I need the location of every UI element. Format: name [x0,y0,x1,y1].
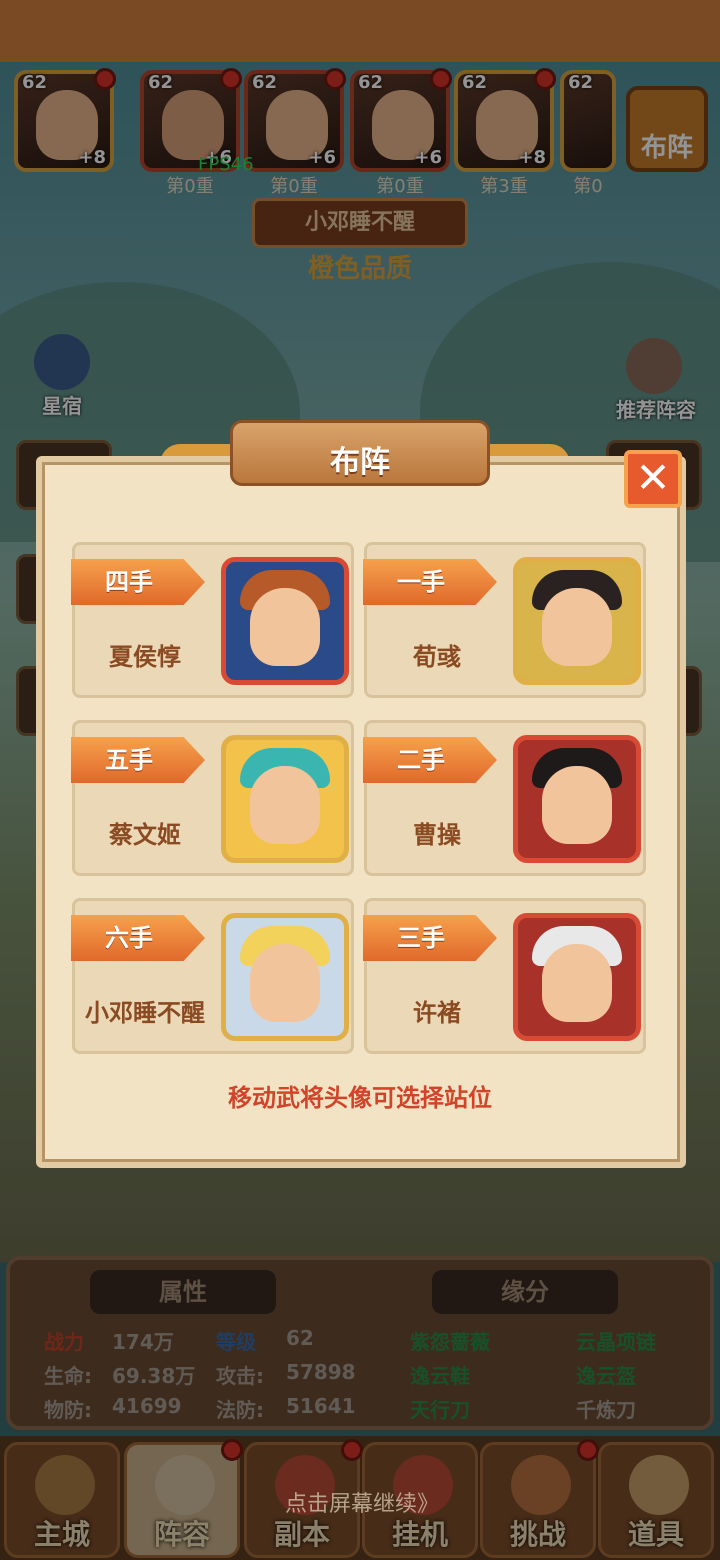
modal-title-plaque: 布阵 [230,420,490,486]
hero-portrait[interactable] [513,735,641,863]
hero-name: 夏侯惇 [109,643,181,671]
position-tag: 三手 [363,915,497,961]
formation-slot-6[interactable]: 六手 小邓睡不醒 [71,898,354,1054]
hero-name: 小邓睡不醒 [85,999,205,1027]
hero-portrait[interactable] [221,557,349,685]
hero-portrait[interactable] [513,557,641,685]
formation-slot-1[interactable]: 一手 荀彧 [363,542,646,698]
position-tag: 一手 [363,559,497,605]
tap-to-continue-hint: 点击屏幕继续》 [284,1492,439,1517]
position-tag: 四手 [71,559,205,605]
position-tag: 五手 [71,737,205,783]
formation-slot-5[interactable]: 五手 蔡文姬 [71,720,354,876]
formation-slot-4[interactable]: 四手 夏侯惇 [71,542,354,698]
position-tag: 二手 [363,737,497,783]
hero-name: 荀彧 [413,643,461,671]
hero-name: 许褚 [413,999,461,1027]
hero-name: 曹操 [413,821,461,849]
hero-portrait[interactable] [221,913,349,1041]
modal-hint: 移动武将头像可选择站位 [228,1084,492,1112]
hero-portrait[interactable] [221,735,349,863]
modal-title: 布阵 [330,445,390,480]
status-bar [0,0,720,62]
hero-portrait[interactable] [513,913,641,1041]
formation-slot-2[interactable]: 二手 曹操 [363,720,646,876]
close-button[interactable]: ✕ [624,450,682,508]
position-tag: 六手 [71,915,205,961]
formation-slot-3[interactable]: 三手 许褚 [363,898,646,1054]
hero-name: 蔡文姬 [109,821,181,849]
